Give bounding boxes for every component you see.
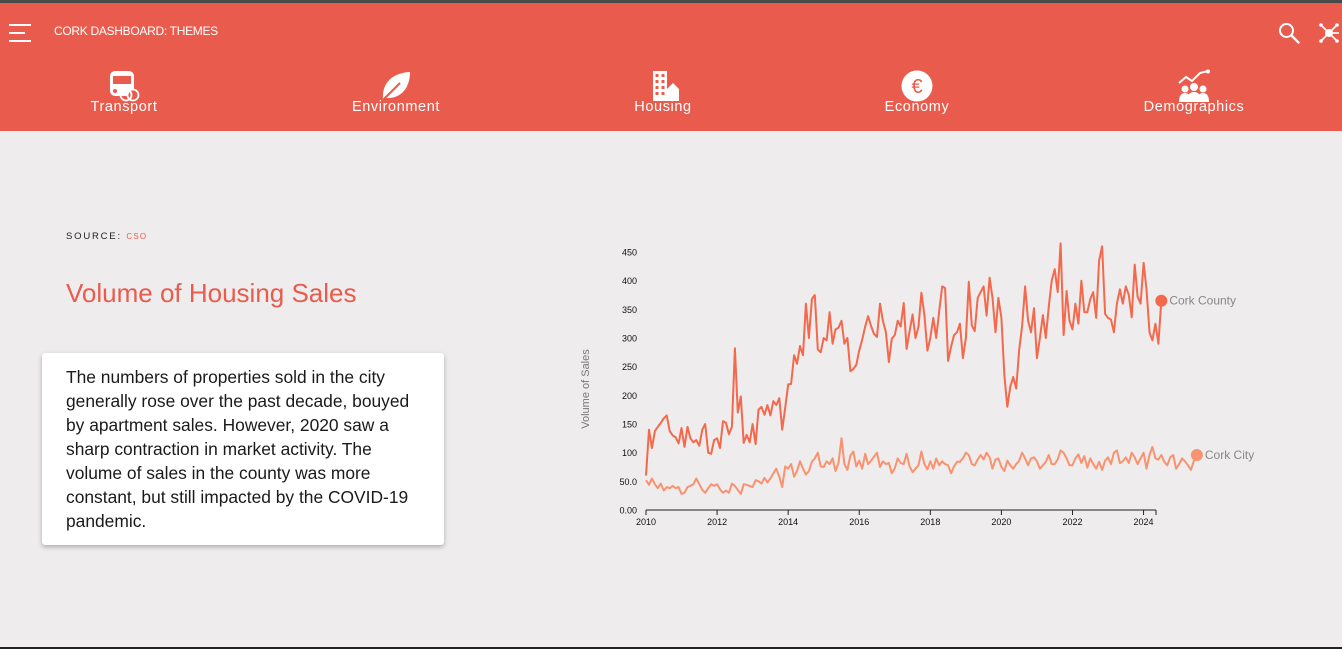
x-tick-label: 2010 (636, 517, 656, 527)
y-tick-label: 0.00 (619, 506, 637, 516)
y-tick-label: 350 (622, 305, 637, 315)
cork-county-line (645, 242, 1163, 476)
x-tick-label: 2022 (1062, 517, 1082, 527)
y-tick-label: 100 (622, 448, 637, 458)
y-tick-label: 250 (622, 362, 637, 372)
x-tick-label: 2016 (849, 517, 869, 527)
x-tick-label: 2014 (778, 517, 798, 527)
cork-county-series-label: Cork County (1169, 294, 1236, 308)
cork-city-line (645, 437, 1198, 495)
housing-sales-chart: Volume of Sales 0.00 50.0 100 150 200 250 300 35… (580, 242, 1254, 527)
cork-city-end-marker[interactable] (1190, 448, 1203, 461)
x-tick-label: 2020 (991, 517, 1011, 527)
y-tick-label: 50.0 (619, 477, 637, 487)
cork-city-series-label: Cork City (1205, 448, 1254, 462)
y-tick-label: 400 (622, 276, 637, 286)
y-axis-label: Volume of Sales (580, 349, 592, 429)
x-tick-label: 2024 (1134, 517, 1154, 527)
x-tick-label: 2012 (707, 517, 727, 527)
y-tick-label: 450 (622, 248, 637, 258)
cork-county-end-marker[interactable] (1155, 294, 1168, 307)
x-tick-label: 2018 (920, 517, 940, 527)
y-tick-label: 150 (622, 420, 637, 430)
y-tick-label: 200 (622, 391, 637, 401)
y-tick-label: 300 (622, 334, 637, 344)
